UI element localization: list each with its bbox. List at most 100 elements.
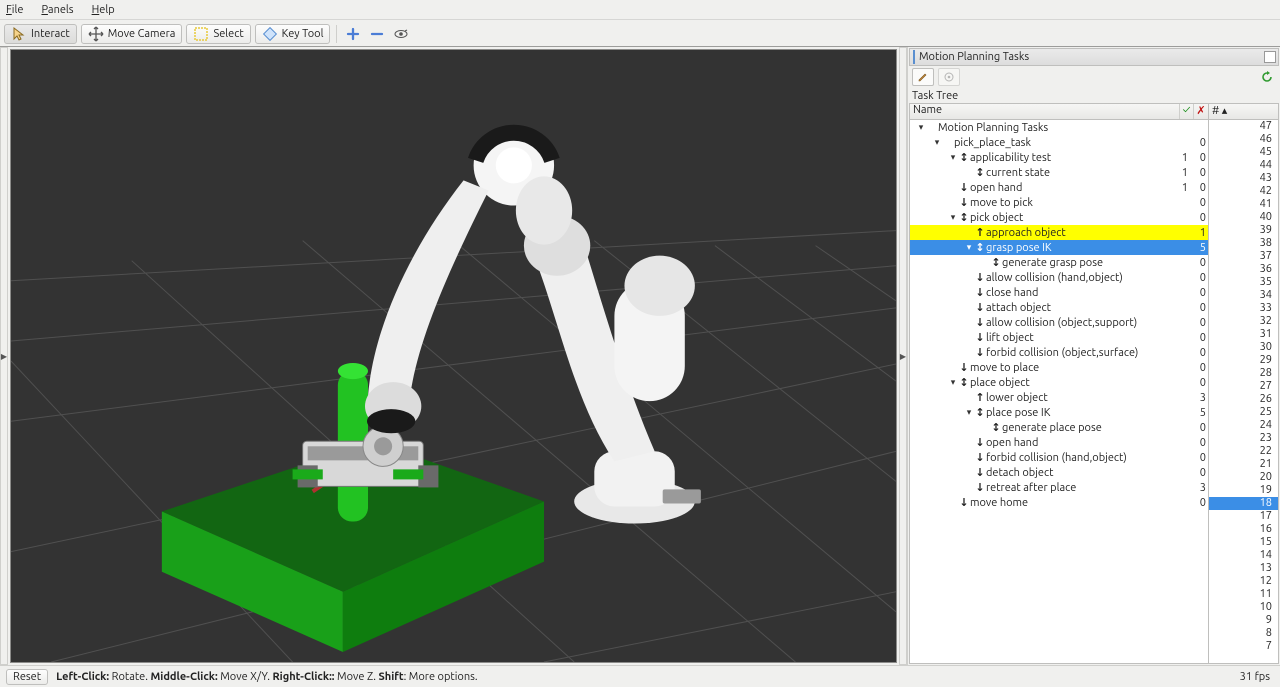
- solution-row[interactable]: 26: [1209, 393, 1278, 406]
- solution-row[interactable]: 23: [1209, 432, 1278, 445]
- col-name-header[interactable]: Name: [910, 104, 1180, 119]
- tool-interact[interactable]: Interact: [4, 24, 77, 44]
- panel-title-label: Motion Planning Tasks: [919, 51, 1029, 63]
- task-tree-row[interactable]: ↓close hand0: [910, 285, 1208, 300]
- solution-row[interactable]: 17: [1209, 510, 1278, 523]
- tool-select[interactable]: Select: [186, 24, 250, 44]
- solution-row[interactable]: 40: [1209, 211, 1278, 224]
- solution-row[interactable]: 41: [1209, 198, 1278, 211]
- solution-row[interactable]: 27: [1209, 380, 1278, 393]
- solution-list[interactable]: # ▴ 474645444342414039383736353433323130…: [1209, 103, 1279, 664]
- solution-row[interactable]: 28: [1209, 367, 1278, 380]
- solution-row[interactable]: 44: [1209, 159, 1278, 172]
- solution-row[interactable]: 24: [1209, 419, 1278, 432]
- panel-refresh-button[interactable]: [1258, 68, 1276, 86]
- task-tree-row[interactable]: ↓attach object0: [910, 300, 1208, 315]
- solution-row[interactable]: 47: [1209, 120, 1278, 133]
- task-tree-row[interactable]: ↑lower object3: [910, 390, 1208, 405]
- tool-move-camera[interactable]: Move Camera: [81, 24, 183, 44]
- menu-file[interactable]: File: [2, 3, 27, 17]
- solution-row[interactable]: 45: [1209, 146, 1278, 159]
- task-tree-row[interactable]: ↓forbid collision (hand,object)0: [910, 450, 1208, 465]
- solution-row[interactable]: 46: [1209, 133, 1278, 146]
- task-tree-row[interactable]: ▾↕applicability test10: [910, 150, 1208, 165]
- solution-row[interactable]: 34: [1209, 289, 1278, 302]
- menu-panels[interactable]: Panels: [37, 3, 77, 17]
- task-tree-row[interactable]: ↕generate grasp pose0: [910, 255, 1208, 270]
- task-tree-row[interactable]: ↕generate place pose0: [910, 420, 1208, 435]
- solution-row[interactable]: 8: [1209, 627, 1278, 640]
- solution-row[interactable]: 39: [1209, 224, 1278, 237]
- select-icon: [193, 26, 209, 42]
- task-tree-row[interactable]: ↓forbid collision (object,surface)0: [910, 345, 1208, 360]
- col-count-header[interactable]: # ▴: [1209, 104, 1278, 119]
- solution-row[interactable]: 16: [1209, 523, 1278, 536]
- reset-button[interactable]: Reset: [6, 669, 48, 685]
- solution-row[interactable]: 14: [1209, 549, 1278, 562]
- task-tree-row[interactable]: ↓move to pick0: [910, 195, 1208, 210]
- task-tree-row[interactable]: ↓allow collision (hand,object)0: [910, 270, 1208, 285]
- solution-row[interactable]: 25: [1209, 406, 1278, 419]
- solution-row[interactable]: 31: [1209, 328, 1278, 341]
- tool-remove[interactable]: [367, 24, 387, 44]
- toolbar: Interact Move Camera Select Key Tool: [0, 20, 1280, 46]
- task-tree-row[interactable]: ↓move to place0: [910, 360, 1208, 375]
- solution-row[interactable]: 32: [1209, 315, 1278, 328]
- solution-row[interactable]: 42: [1209, 185, 1278, 198]
- pointer-icon: [11, 26, 27, 42]
- solution-row[interactable]: 36: [1209, 263, 1278, 276]
- task-tree-row[interactable]: ↓open hand0: [910, 435, 1208, 450]
- task-tree-row[interactable]: ↓detach object0: [910, 465, 1208, 480]
- 3d-viewport[interactable]: [10, 49, 897, 663]
- task-tree-row[interactable]: ▾↕place pose IK5: [910, 405, 1208, 420]
- solution-row[interactable]: 37: [1209, 250, 1278, 263]
- panel-title-bar[interactable]: Motion Planning Tasks: [909, 48, 1279, 66]
- solution-row[interactable]: 9: [1209, 614, 1278, 627]
- status-hint: Left-Click: Rotate. Middle-Click: Move X…: [56, 671, 478, 683]
- task-tree-row[interactable]: ▾↕place object0: [910, 375, 1208, 390]
- panel-float-button[interactable]: [1264, 51, 1276, 63]
- col-fail-header[interactable]: ✗: [1194, 104, 1208, 119]
- panel-settings-button[interactable]: [938, 68, 960, 86]
- solution-row[interactable]: 20: [1209, 471, 1278, 484]
- status-bar: Reset Left-Click: Rotate. Middle-Click: …: [0, 665, 1280, 687]
- task-tree-row[interactable]: ↕current state10: [910, 165, 1208, 180]
- col-success-header[interactable]: ✓: [1180, 104, 1194, 119]
- motion-planning-tasks-panel: Motion Planning Tasks Task Tree: [907, 47, 1280, 665]
- solution-row[interactable]: 38: [1209, 237, 1278, 250]
- task-tree[interactable]: Name ✓ ✗ ▾Motion Planning Tasks▾pick_pla…: [909, 103, 1209, 664]
- solution-row[interactable]: 7: [1209, 640, 1278, 653]
- solution-row[interactable]: 33: [1209, 302, 1278, 315]
- task-tree-row[interactable]: ↓retreat after place3: [910, 480, 1208, 495]
- solution-row[interactable]: 10: [1209, 601, 1278, 614]
- solution-row[interactable]: 43: [1209, 172, 1278, 185]
- panel-edit-button[interactable]: [912, 68, 934, 86]
- right-panel-handle[interactable]: ▶: [899, 47, 907, 665]
- solution-row[interactable]: 15: [1209, 536, 1278, 549]
- task-tree-row[interactable]: ▾pick_place_task0: [910, 135, 1208, 150]
- tool-add[interactable]: [343, 24, 363, 44]
- solution-row[interactable]: 35: [1209, 276, 1278, 289]
- tool-select-label: Select: [213, 28, 243, 40]
- task-tree-row[interactable]: ▾↕grasp pose IK5: [910, 240, 1208, 255]
- task-tree-row[interactable]: ↓allow collision (object,support)0: [910, 315, 1208, 330]
- solution-row[interactable]: 22: [1209, 445, 1278, 458]
- solution-row[interactable]: 21: [1209, 458, 1278, 471]
- solution-row[interactable]: 12: [1209, 575, 1278, 588]
- task-tree-row[interactable]: ▾↕pick object0: [910, 210, 1208, 225]
- left-panel-handle[interactable]: ▶: [0, 47, 8, 665]
- task-tree-row[interactable]: ↓lift object0: [910, 330, 1208, 345]
- task-tree-row[interactable]: ↑approach object1: [910, 225, 1208, 240]
- solution-row[interactable]: 29: [1209, 354, 1278, 367]
- solution-row[interactable]: 30: [1209, 341, 1278, 354]
- tool-visibility[interactable]: [391, 24, 411, 44]
- task-tree-row[interactable]: ↓move home0: [910, 495, 1208, 510]
- task-tree-row[interactable]: ▾Motion Planning Tasks: [910, 120, 1208, 135]
- tool-key-tool[interactable]: Key Tool: [255, 24, 331, 44]
- solution-row[interactable]: 18: [1209, 497, 1278, 510]
- menu-help[interactable]: Help: [88, 3, 119, 17]
- task-tree-row[interactable]: ↓open hand10: [910, 180, 1208, 195]
- solution-row[interactable]: 13: [1209, 562, 1278, 575]
- solution-row[interactable]: 11: [1209, 588, 1278, 601]
- solution-row[interactable]: 19: [1209, 484, 1278, 497]
